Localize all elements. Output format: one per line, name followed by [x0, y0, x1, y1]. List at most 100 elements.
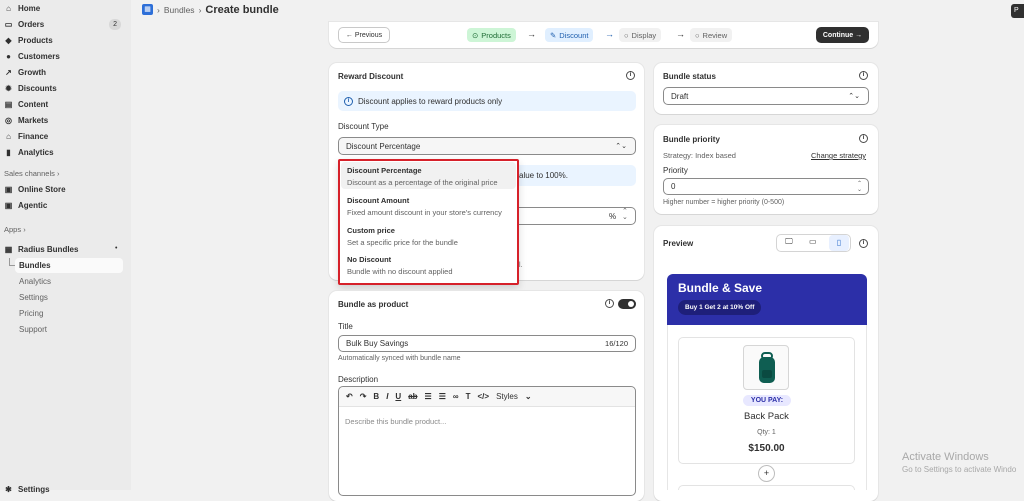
italic-icon[interactable]: I	[386, 392, 388, 401]
strikethrough-icon[interactable]: ab	[408, 392, 417, 401]
store-icon: ▣	[4, 185, 13, 194]
sidebar-item-products[interactable]: ◆ Products	[4, 34, 52, 47]
info-icon[interactable]: i	[626, 71, 635, 80]
sidebar-item-radius-bundles[interactable]: ▦ Radius Bundles	[4, 243, 123, 256]
product-image	[743, 345, 789, 390]
sidebar-item-settings-app[interactable]: Settings	[19, 291, 48, 304]
preview-title: Preview	[663, 239, 694, 248]
page-title: Create bundle	[205, 4, 279, 16]
breadcrumb-separator: ›	[198, 5, 202, 15]
sidebar-item-support[interactable]: Support	[19, 323, 47, 336]
tablet-icon[interactable]: ▭	[809, 237, 817, 246]
change-strategy-link[interactable]: Change strategy	[811, 151, 866, 160]
preview-product-price: $150.00	[748, 443, 785, 454]
bundle-product-toggle[interactable]	[618, 299, 636, 309]
breadcrumb-bundles-link[interactable]: Bundles	[164, 5, 195, 15]
step-discount[interactable]: ✎ Discount	[545, 28, 594, 42]
bar-chart-icon: ▮	[6, 148, 11, 157]
priority-label: Priority	[663, 166, 688, 175]
sidebar-item-analytics-app[interactable]: Analytics	[19, 275, 51, 288]
sidebar-item-finance[interactable]: ⌂ Finance	[4, 130, 48, 143]
step-arrow: →	[676, 29, 685, 39]
priority-input[interactable]: 0 ⌃ ⌄	[663, 178, 869, 195]
bundles-app-icon: ▦	[142, 4, 153, 15]
discount-value-input[interactable]	[518, 207, 636, 225]
reward-discount-title: Reward Discount	[338, 72, 404, 81]
sidebar-item-home[interactable]: ⌂ Home	[4, 2, 40, 15]
code-icon[interactable]: </>	[477, 392, 489, 401]
bank-icon: ⌂	[6, 132, 11, 141]
numbered-list-icon[interactable]: ☰	[425, 392, 432, 401]
continue-button[interactable]: Continue →	[816, 27, 869, 43]
discount-type-select[interactable]: Discount Percentage ⌃⌄	[338, 137, 636, 155]
bundle-status-select[interactable]: Draft ⌃⌄	[663, 87, 869, 105]
home-icon: ⌂	[6, 4, 11, 13]
undo-icon[interactable]: ↶	[346, 392, 353, 401]
step-review[interactable]: ○ Review	[690, 28, 733, 42]
sidebar-item-online-store[interactable]: ▣ Online Store	[4, 183, 66, 196]
title-char-counter: 16/120	[605, 339, 628, 348]
mobile-icon[interactable]: ▯	[829, 235, 849, 251]
select-chevron-icon: ⌃⌄	[848, 93, 860, 100]
discount-info-text: Discount applies to reward products only	[358, 97, 503, 106]
option-custom-price[interactable]: Custom price Set a specific price for the…	[347, 226, 458, 247]
bullet-list-icon[interactable]: ☰	[439, 392, 446, 401]
info-icon[interactable]: i	[859, 71, 868, 80]
inbox-icon: ▭	[4, 20, 13, 29]
sidebar-item-customers[interactable]: ● Customers	[4, 50, 60, 63]
step-products[interactable]: ⊙ Products	[467, 28, 516, 42]
toggle-knob	[628, 301, 634, 307]
option-discount-percentage[interactable]: Discount Percentage Discount as a percent…	[347, 166, 498, 187]
globe-icon: ◎	[5, 116, 12, 125]
strategy-text: Strategy: Index based	[663, 151, 736, 160]
check-circle-icon: ⊙	[472, 30, 479, 40]
sidebar-item-pricing[interactable]: Pricing	[19, 307, 43, 320]
sidebar: ⌂ Home ▭ Orders 2 ◆ Products ● Customers ↗ Gr…	[0, 0, 131, 494]
preview-next-card	[678, 485, 855, 490]
breadcrumb-separator: ›	[157, 5, 160, 15]
step-display[interactable]: ○ Display	[619, 28, 662, 42]
desktop-icon[interactable]: 🖵	[785, 237, 793, 247]
app-icon: ▦	[4, 245, 13, 254]
preview-product-qty: Qty: 1	[757, 429, 776, 436]
redo-icon[interactable]: ↷	[360, 392, 367, 401]
title-input[interactable]: Bulk Buy Savings 16/120	[338, 335, 636, 352]
partial-help-text: l.	[519, 262, 523, 269]
bold-icon[interactable]: B	[373, 392, 379, 401]
info-icon[interactable]: i	[859, 134, 868, 143]
previous-button[interactable]: ← Previous	[338, 27, 390, 43]
clear-format-icon[interactable]: T	[466, 392, 471, 401]
sidebar-item-discounts[interactable]: ✹ Discounts	[4, 82, 57, 95]
sidebar-item-content[interactable]: ▤ Content	[4, 98, 49, 111]
sidebar-item-bundles[interactable]: Bundles	[19, 259, 51, 272]
sidebar-item-analytics[interactable]: ▮ Analytics	[4, 146, 53, 159]
title-label: Title	[338, 322, 353, 331]
step-arrow: →	[605, 29, 614, 39]
activate-windows-subtitle: Go to Settings to activate Windo	[902, 465, 1017, 474]
link-icon[interactable]: ∞	[453, 392, 459, 401]
synced-help-text: Automatically synced with bundle name	[338, 355, 461, 362]
styles-dropdown[interactable]: Styles	[496, 392, 518, 401]
add-product-button[interactable]: +	[758, 465, 775, 482]
sidebar-item-orders[interactable]: ▭ Orders	[4, 18, 123, 31]
option-discount-amount[interactable]: Discount Amount Fixed amount discount in …	[347, 196, 502, 217]
description-placeholder[interactable]: Describe this bundle product...	[345, 417, 446, 426]
preview-offer-pill: Buy 1 Get 2 at 10% Off	[678, 300, 762, 315]
account-avatar[interactable]: P	[1011, 4, 1024, 18]
sidebar-item-growth[interactable]: ↗ Growth	[4, 66, 46, 79]
stepper-arrows-icon[interactable]: ⌃ ⌄	[622, 208, 628, 221]
sales-channels-heading[interactable]: Sales channels ›	[4, 169, 59, 178]
info-icon[interactable]: i	[859, 239, 868, 248]
percentage-hint-text: alue to 100%.	[519, 171, 568, 180]
underline-icon[interactable]: U	[395, 392, 401, 401]
sidebar-item-markets[interactable]: ◎ Markets	[4, 114, 48, 127]
pencil-icon: ✎	[550, 30, 557, 40]
chevron-down-icon[interactable]: ⌄	[525, 392, 532, 401]
orders-count-badge: 2	[109, 19, 121, 30]
sidebar-item-agentic[interactable]: ▣ Agentic	[4, 199, 48, 212]
option-no-discount[interactable]: No Discount Bundle with no discount appli…	[347, 255, 453, 276]
stepper-arrows-icon[interactable]: ⌃ ⌄	[857, 181, 862, 193]
apps-heading[interactable]: Apps ›	[4, 225, 26, 234]
editor-toolbar: ↶ ↷ B I U ab ☰ ☰ ∞ T </> Styles ⌄	[339, 387, 635, 407]
info-icon[interactable]: i	[605, 299, 614, 308]
